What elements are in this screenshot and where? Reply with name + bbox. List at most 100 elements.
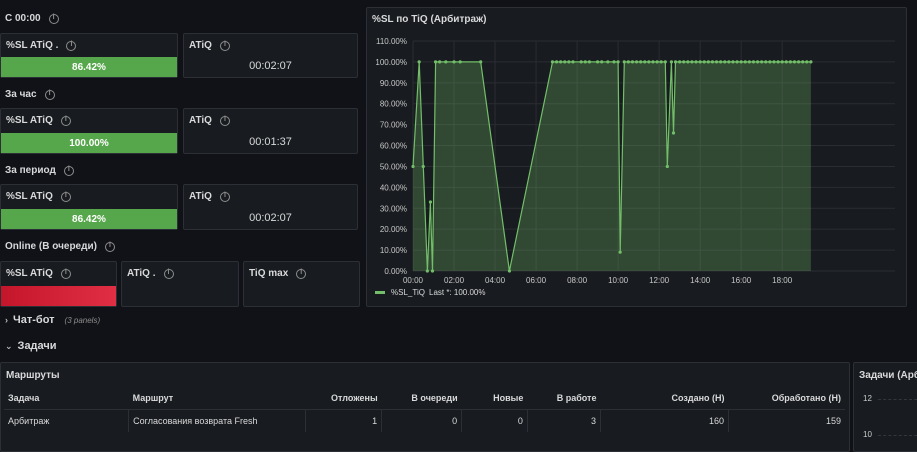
data-point	[600, 60, 604, 64]
atiq-panel-today[interactable]: ATiQ 00:02:07	[183, 33, 358, 78]
tasks-arb-panel[interactable]: Задачи (Арб 12 10	[853, 362, 917, 452]
data-point	[411, 164, 415, 169]
table-cell: 159	[825, 416, 841, 426]
gridline	[878, 435, 917, 436]
atiq-value: 00:02:07	[249, 212, 292, 224]
data-point	[780, 60, 784, 64]
data-point	[663, 60, 667, 64]
x-tick-label: 04:00	[485, 276, 506, 285]
data-point	[751, 60, 756, 64]
gridline	[878, 399, 917, 400]
data-point	[760, 60, 764, 64]
data-point	[797, 60, 801, 64]
y-tick-label: 50.00%	[380, 162, 407, 171]
y-tick-label: 110.00%	[376, 37, 407, 46]
info-icon[interactable]	[63, 165, 74, 176]
y-tick-label: 0.00%	[384, 267, 407, 276]
series-area	[413, 61, 811, 272]
data-point	[714, 60, 719, 64]
info-icon[interactable]	[219, 191, 230, 202]
tiq-max-panel[interactable]: TiQ max	[243, 261, 360, 307]
data-point	[639, 60, 643, 64]
data-point	[772, 60, 776, 64]
y-tick-label: 80.00%	[380, 100, 407, 109]
x-tick-label: 06:00	[526, 276, 547, 285]
y-tick-label: 10	[863, 430, 872, 439]
sl-panel-online[interactable]: %SL ATiQ	[0, 261, 117, 307]
atiq-panel-online[interactable]: ATiQ .	[121, 261, 239, 307]
sl-bar: 86.42%	[1, 209, 177, 229]
y-tick-label: 30.00%	[380, 204, 407, 213]
info-icon[interactable]	[60, 191, 71, 202]
legend-label: %SL_TiQ	[391, 288, 425, 297]
column-header[interactable]: Отложены	[305, 387, 382, 410]
data-point	[702, 60, 706, 64]
sl-panel-hour[interactable]: %SL ATiQ 100.00%	[0, 108, 178, 154]
x-tick-label: 18:00	[772, 276, 793, 285]
x-tick-label: 16:00	[731, 276, 752, 285]
data-point	[630, 60, 635, 64]
y-tick-label: 60.00%	[380, 142, 407, 151]
info-icon[interactable]	[163, 268, 174, 279]
legend-swatch	[375, 291, 385, 294]
column-header[interactable]: Задача	[4, 387, 129, 410]
data-point	[567, 60, 571, 64]
info-icon[interactable]	[44, 89, 55, 100]
sl-tiq-chart-panel[interactable]: %SL по TiQ (Арбитраж) 0.00% 10.00% 20.00% 3…	[366, 7, 907, 307]
routes-panel[interactable]: Маршруты Задача Маршрут Отложены В очереди Н…	[0, 362, 850, 452]
column-header[interactable]: В работе	[527, 387, 601, 410]
info-icon[interactable]	[219, 115, 230, 126]
data-point	[626, 60, 630, 64]
data-point	[673, 60, 678, 64]
sl-bar: 86.42%	[1, 57, 177, 77]
table-cell: 1	[305, 409, 383, 432]
data-point	[743, 60, 747, 64]
data-point	[710, 60, 715, 64]
data-point	[655, 60, 659, 64]
table-row[interactable]: Арбитраж Согласования возврата Fresh 1 0 0 3 1…	[4, 409, 845, 432]
atiq-panel-period[interactable]: ATiQ 00:02:07	[183, 184, 358, 230]
info-icon[interactable]	[60, 115, 71, 126]
info-icon[interactable]	[219, 40, 230, 51]
x-tick-label: 00:00	[403, 276, 424, 285]
data-point	[643, 60, 647, 64]
row-title-online: Online (В очереди)	[5, 241, 115, 252]
column-header[interactable]: Маршрут	[128, 387, 306, 410]
sl-panel-period[interactable]: %SL ATiQ 86.42%	[0, 184, 178, 230]
sl-tiq-chart: 0.00% 10.00% 20.00% 30.00% 40.00% 50.00% 60.00…	[375, 37, 895, 297]
data-point	[550, 60, 555, 64]
data-point	[421, 164, 425, 169]
data-point	[444, 60, 448, 64]
column-header[interactable]: Создано (Н)	[600, 387, 729, 410]
column-header[interactable]: В очереди	[381, 387, 462, 410]
data-point	[507, 269, 511, 273]
data-point	[792, 60, 797, 64]
data-point	[587, 60, 591, 64]
data-point	[784, 60, 788, 64]
column-header[interactable]: Обработано (Н)	[728, 387, 845, 410]
sl-panel-today[interactable]: %SL ATiQ . 86.42%	[0, 33, 178, 78]
data-point	[776, 60, 780, 64]
data-point	[606, 60, 610, 64]
info-icon[interactable]	[104, 241, 115, 252]
x-tick-label: 10:00	[608, 276, 629, 285]
y-tick-label: 100.00%	[375, 58, 407, 67]
data-point	[622, 60, 626, 64]
data-point	[559, 60, 563, 64]
column-header[interactable]: Новые	[461, 387, 528, 410]
row-chatbot[interactable]: › Чат-бот (3 panels)	[5, 314, 100, 326]
info-icon[interactable]	[48, 13, 59, 24]
sl-bar-red	[1, 286, 116, 306]
info-icon[interactable]	[66, 40, 77, 51]
y-tick-label: 70.00%	[380, 121, 407, 130]
data-point	[571, 60, 575, 64]
data-point	[678, 60, 682, 64]
data-point	[706, 60, 710, 64]
table-cell: 0	[381, 409, 463, 432]
data-point	[634, 60, 639, 64]
info-icon[interactable]	[60, 268, 71, 279]
info-icon[interactable]	[296, 268, 307, 279]
data-point	[768, 60, 772, 64]
row-tasks[interactable]: ⌄ Задачи	[5, 340, 57, 352]
atiq-panel-hour[interactable]: ATiQ 00:01:37	[183, 108, 358, 154]
